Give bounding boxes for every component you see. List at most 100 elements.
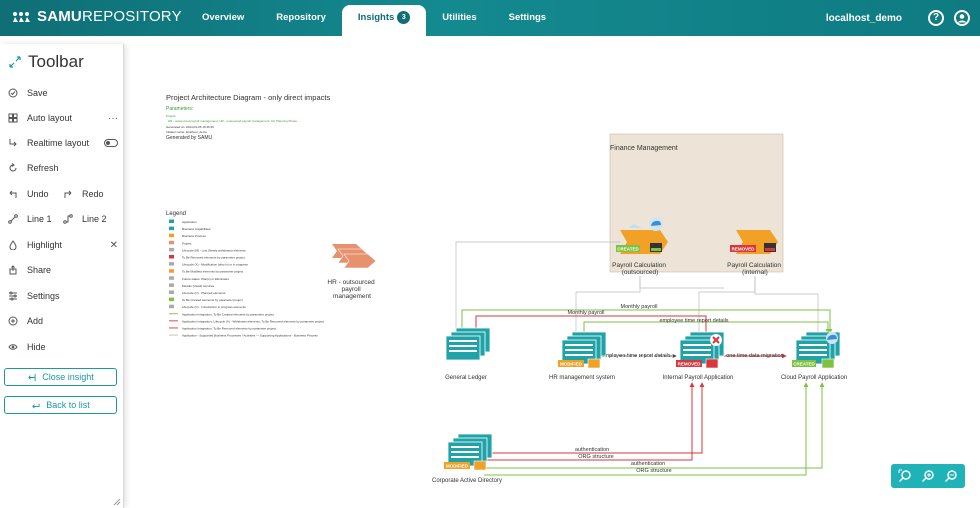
- legend-swatch: [169, 290, 174, 294]
- removed-edges: [473, 315, 787, 461]
- legend-item-label: Application - Supported Business Process…: [182, 334, 318, 338]
- project-node[interactable]: [332, 244, 377, 269]
- legend-item-label: Business Process: [182, 234, 206, 238]
- user-account-icon[interactable]: [954, 10, 970, 26]
- auto-layout-icon: [8, 113, 18, 123]
- created-edges: [461, 309, 833, 476]
- save-button[interactable]: Save: [8, 84, 118, 102]
- removed-badge-2: REMOVED: [678, 362, 702, 367]
- nav-insights-label: Insights: [357, 12, 395, 23]
- resize-grip-icon[interactable]: [113, 498, 121, 506]
- hide-icon: [8, 344, 18, 350]
- zoom-out-icon[interactable]: [944, 469, 958, 483]
- zoom-in-icon[interactable]: [921, 469, 935, 483]
- legend-swatch: [169, 233, 174, 238]
- corporate-ad-label: Corporate Active Directory: [432, 478, 502, 484]
- highlight-button[interactable]: Highlight ✕: [8, 236, 118, 254]
- legend-swatch: [169, 313, 178, 315]
- nav-settings[interactable]: Settings: [493, 0, 562, 36]
- close-insight-button[interactable]: Close insight: [4, 368, 117, 386]
- refresh-icon: [9, 163, 17, 172]
- legend-swatch: [169, 262, 174, 266]
- diagram-parameters-label: Parameters:: [166, 106, 193, 112]
- legend-item-label: Lifecycle (C) - Planned elements: [182, 291, 226, 295]
- edge-org-structure-1: ORG structure: [578, 454, 613, 460]
- undo-button[interactable]: Undo: [8, 189, 63, 199]
- edge-employee-time-report-1: employee time report details: [659, 318, 728, 324]
- share-label: Share: [27, 265, 52, 275]
- project-node-label-line3: management: [333, 293, 371, 300]
- legend-item-label: Application Integration; To Be Removed e…: [182, 327, 276, 331]
- share-button[interactable]: Share: [8, 261, 118, 279]
- project-node-label-line2: payroll: [342, 286, 362, 293]
- fit-icon[interactable]: [898, 469, 912, 483]
- highlight-label: Highlight: [27, 240, 63, 250]
- legend-swatch: [169, 283, 174, 287]
- toolbar-header: Toolbar: [8, 52, 84, 72]
- project-node-label: HR - outsourced payroll management: [327, 279, 376, 300]
- legend-title: Legend: [166, 211, 186, 217]
- diagram-canvas[interactable]: Project Architecture Diagram - only dire…: [124, 36, 980, 508]
- auto-layout-button[interactable]: Auto layout ···: [8, 109, 118, 127]
- created-badge-1: CREATED: [617, 247, 639, 252]
- app-hr-management-system[interactable]: MODIFIED: [558, 331, 607, 369]
- undo-redo-row: Undo Redo: [8, 185, 118, 203]
- payroll-internal-line1: Payroll Calculation: [727, 262, 781, 269]
- app-internal-payroll[interactable]: REMOVED: [676, 331, 725, 369]
- nav-insights[interactable]: Insights 3: [341, 5, 427, 36]
- undo-label: Undo: [27, 189, 49, 199]
- edge-authentication-1: authentication: [575, 447, 609, 453]
- realtime-layout-label: Realtime layout: [27, 138, 90, 148]
- refresh-button[interactable]: Refresh: [8, 159, 118, 177]
- app-corporate-active-directory[interactable]: MODIFIED: [444, 433, 493, 471]
- hide-button[interactable]: Hide: [8, 338, 118, 356]
- legend-item-label: Application Integration; To Be Created e…: [182, 312, 274, 316]
- nav-overview[interactable]: Overview: [186, 0, 260, 36]
- add-button[interactable]: Add: [8, 312, 118, 330]
- brand-logo[interactable]: SAMU REPOSITORY: [12, 8, 182, 25]
- internal-payroll-app-label: Internal Payroll Application: [663, 375, 734, 381]
- collapse-icon[interactable]: [8, 55, 22, 69]
- line1-button[interactable]: Line 1: [8, 214, 63, 224]
- realtime-layout-toggle[interactable]: [104, 139, 118, 147]
- save-label: Save: [27, 88, 48, 98]
- toolbar-panel: Toolbar Save Auto layout ··· Realtime la…: [0, 44, 124, 508]
- app-general-ledger[interactable]: [445, 327, 491, 361]
- hr-management-system-label: HR management system: [549, 375, 615, 381]
- legend-item-label: Future status: Plan(s) or Eliminates: [182, 277, 229, 281]
- highlight-clear-icon[interactable]: ✕: [110, 240, 118, 251]
- legend-swatch: [169, 276, 174, 280]
- general-ledger-label: General Ledger: [445, 375, 487, 381]
- nav-utilities[interactable]: Utilities: [426, 0, 492, 36]
- help-icon[interactable]: ?: [928, 10, 944, 26]
- legend-item-label: Lifecycle (M) - Lost (Newly withdrawn) e…: [182, 248, 246, 252]
- nav-repository[interactable]: Repository: [260, 0, 342, 36]
- add-label: Add: [27, 316, 44, 326]
- user-name[interactable]: localhost_demo: [826, 13, 902, 24]
- legend-swatch: [169, 247, 174, 252]
- line1-icon: [8, 214, 18, 224]
- legend-swatch: [169, 240, 174, 245]
- app-cloud-payroll[interactable]: CREATED: [792, 331, 841, 369]
- legend-swatch: [169, 320, 178, 322]
- settings-button[interactable]: Settings: [8, 287, 118, 305]
- project-node-label-line1: HR - outsourced: [327, 279, 375, 286]
- samu-logo-icon: [13, 11, 30, 22]
- toolbar-title: Toolbar: [28, 52, 84, 71]
- line2-label: Line 2: [82, 214, 107, 224]
- add-icon: [8, 316, 18, 326]
- architecture-diagram: Project Architecture Diagram - only dire…: [166, 93, 847, 484]
- brand-name-bold: SAMU: [37, 8, 82, 25]
- close-insight-icon: [28, 373, 36, 381]
- main-nav: Overview Repository Insights 3 Utilities …: [186, 0, 562, 36]
- auto-layout-more-icon[interactable]: ···: [108, 113, 118, 124]
- diagram-params-detail: · HR - outsourced payroll management; HR…: [166, 119, 297, 123]
- legend-item-label: To Be Created elements by parameter proj…: [182, 298, 243, 302]
- diagram-params-initiator: Initiator name: localhost_demo: [166, 130, 207, 134]
- line2-button[interactable]: Line 2: [63, 214, 118, 224]
- legend-item-label: To Be Modified elements by parameter pro…: [182, 270, 243, 274]
- back-to-list-button[interactable]: Back to list: [4, 396, 117, 414]
- redo-button[interactable]: Redo: [63, 189, 118, 199]
- generated-by-label: Generated by SAMU: [166, 135, 213, 141]
- legend-swatch: [169, 297, 174, 302]
